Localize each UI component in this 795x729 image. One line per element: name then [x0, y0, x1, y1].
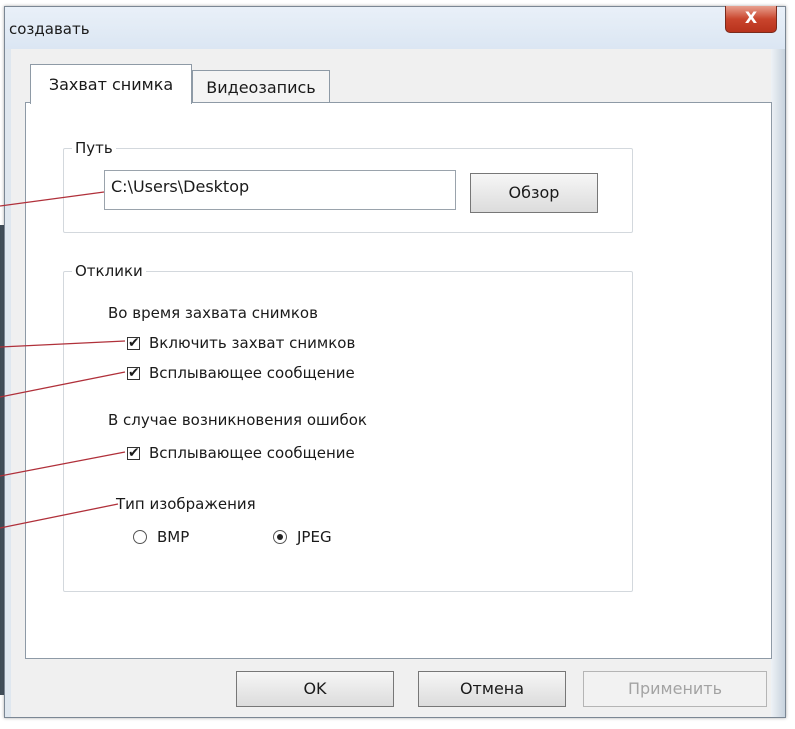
tab-capture-label: Захват снимка [48, 75, 174, 94]
bmp-label: BMP [157, 528, 190, 546]
enable-capture-row[interactable]: ✔ Включить захват снимков [127, 334, 355, 352]
popup-capture-checkbox[interactable]: ✔ [127, 366, 140, 380]
popup-error-checkbox[interactable]: ✔ [127, 446, 140, 460]
popup-capture-row[interactable]: ✔ Всплывающее сообщение [127, 364, 355, 382]
jpeg-radio-row[interactable]: JPEG [273, 528, 332, 546]
responses-group-legend: Отклики [72, 262, 146, 280]
popup-capture-label: Всплывающее сообщение [149, 364, 355, 382]
path-group-legend: Путь [72, 139, 116, 157]
image-type-heading: Тип изображения [116, 495, 256, 513]
close-icon[interactable]: X [725, 6, 777, 33]
tab-video[interactable]: Видеозапись [192, 70, 330, 104]
path-field[interactable]: C:\Users\Desktop [104, 170, 456, 210]
window-frame-right [771, 49, 785, 717]
enable-capture-label: Включить захват снимков [149, 334, 356, 352]
enable-capture-checkbox[interactable]: ✔ [127, 336, 140, 350]
apply-button[interactable]: Применить [583, 671, 767, 707]
error-heading: В случае возникновения ошибок [108, 411, 367, 429]
radio-selected-dot [277, 534, 283, 540]
capture-heading: Во время захвата снимков [108, 304, 318, 322]
jpeg-radio[interactable] [273, 530, 287, 544]
jpeg-label: JPEG [297, 528, 332, 546]
ok-button[interactable]: OK [236, 671, 394, 707]
bmp-radio-row[interactable]: BMP [133, 528, 189, 546]
tab-video-label: Видеозапись [206, 78, 316, 97]
popup-error-row[interactable]: ✔ Всплывающее сообщение [127, 444, 355, 462]
popup-error-label: Всплывающее сообщение [149, 444, 355, 462]
bmp-radio[interactable] [133, 530, 147, 544]
tab-capture[interactable]: Захват снимка [30, 64, 192, 104]
window-title: создавать [9, 20, 90, 38]
cancel-button[interactable]: Отмена [418, 671, 566, 707]
title-bar[interactable]: создавать X [5, 6, 785, 49]
browse-button[interactable]: Обзор [470, 173, 598, 213]
window-frame-left [5, 49, 11, 717]
